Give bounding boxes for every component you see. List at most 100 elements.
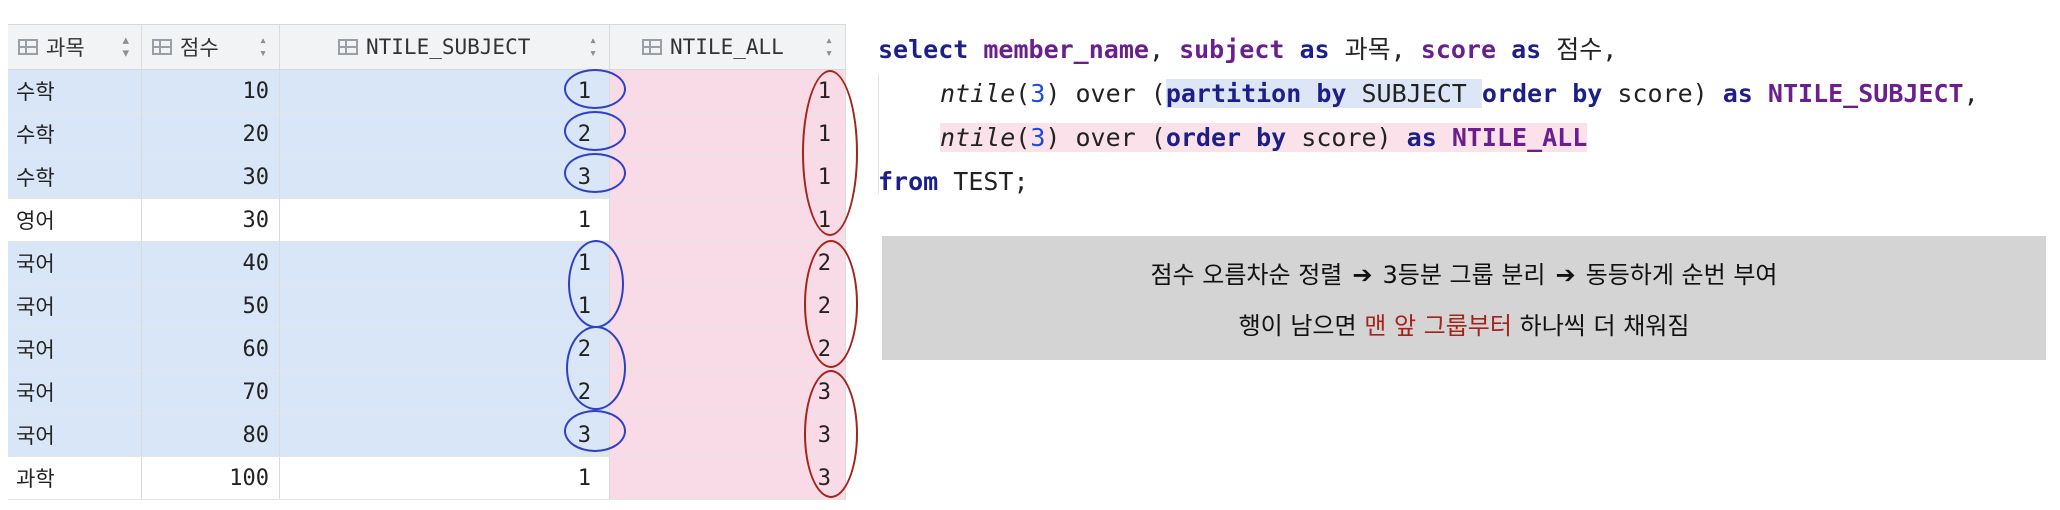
cell-subject[interactable]: 영어 (8, 199, 142, 241)
column-header-label: NTILE_ALL (670, 35, 784, 59)
sql-text: , (1390, 35, 1421, 64)
column-icon (642, 39, 662, 55)
sql-column: score (1420, 35, 1497, 64)
cell-ntile-all[interactable]: 2 (610, 328, 846, 370)
cell-ntile-all[interactable]: 1 (610, 199, 846, 241)
table-row[interactable]: 수학 20 2 1 (8, 113, 846, 156)
note-step: 점수 오름차순 정렬 (1150, 261, 1343, 289)
cell-score[interactable]: 80 (142, 414, 280, 456)
sql-function: ntile (940, 123, 1016, 152)
cell-ntile-subject[interactable]: 1 (280, 242, 610, 284)
cell-ntile-subject[interactable]: 1 (280, 285, 610, 327)
sql-text: ) (1045, 79, 1061, 108)
arrow-right-icon: ➔ (1555, 261, 1576, 289)
column-header-ntile-subject[interactable]: NTILE_SUBJECT ▴ ▾ (280, 25, 610, 69)
sort-icon[interactable]: ▴ ▾ (589, 34, 597, 60)
cell-subject[interactable]: 국어 (8, 285, 142, 327)
sql-keyword: order by (1481, 79, 1603, 108)
note-line-1: 점수 오름차순 정렬 ➔ 3등분 그룹 분리 ➔ 동등하게 순번 부여 (1150, 255, 1777, 290)
cell-score[interactable]: 100 (142, 457, 280, 499)
sql-keyword: select (878, 35, 969, 64)
sql-line-4: from TEST; (878, 160, 2058, 204)
cell-ntile-subject[interactable]: 3 (280, 156, 610, 198)
sql-text: ) (1045, 123, 1061, 152)
sql-text: , (1148, 35, 1180, 64)
sql-text: , (1963, 79, 1979, 108)
table-row[interactable]: 국어 60 2 2 (8, 328, 846, 371)
cell-ntile-all[interactable]: 1 (610, 113, 846, 155)
grid-header: 과목 ▴ ▾ 점수 ▴ ▾ NTILE_SUBJECT ▴ ▾ NTILE_ALL ▴… (8, 24, 846, 70)
column-header-subject[interactable]: 과목 ▴ ▾ (8, 25, 142, 69)
cell-ntile-all[interactable]: 3 (610, 371, 846, 413)
sql-text: SUBJECT (1346, 79, 1482, 108)
sql-editor[interactable]: select member_name, subject as 과목, score… (878, 28, 2058, 204)
cell-score[interactable]: 70 (142, 371, 280, 413)
cell-ntile-all[interactable]: 1 (610, 156, 846, 198)
cell-subject[interactable]: 국어 (8, 328, 142, 370)
cell-subject[interactable]: 수학 (8, 70, 142, 112)
cell-score[interactable]: 60 (142, 328, 280, 370)
sql-alias: 점수 (1556, 35, 1603, 64)
sql-number: 3 (1030, 123, 1046, 152)
cell-ntile-subject[interactable]: 1 (280, 457, 610, 499)
note-step: 3등분 그룹 분리 (1382, 261, 1546, 289)
sort-icon[interactable]: ▴ ▾ (259, 34, 267, 60)
table-row[interactable]: 영어 30 1 1 (8, 199, 846, 242)
sql-text: over ( (1060, 123, 1166, 152)
sql-keyword: partition by (1165, 79, 1347, 108)
table-row[interactable]: 국어 80 3 3 (8, 414, 846, 457)
cell-ntile-subject[interactable]: 2 (280, 371, 610, 413)
table-row[interactable]: 국어 70 2 3 (8, 371, 846, 414)
explanation-note: 점수 오름차순 정렬 ➔ 3등분 그룹 분리 ➔ 동등하게 순번 부여 행이 남으면 맨… (882, 236, 2046, 360)
column-icon (152, 39, 172, 55)
sql-text: score) (1602, 79, 1723, 108)
table-row[interactable]: 수학 10 1 1 (8, 70, 846, 113)
sql-text: ( (1015, 79, 1031, 108)
cell-ntile-subject[interactable]: 1 (280, 70, 610, 112)
cell-ntile-all[interactable]: 3 (610, 457, 846, 499)
table-row[interactable]: 수학 30 3 1 (8, 156, 846, 199)
sql-line-3: ntile(3) over (order by score) as NTILE_… (878, 116, 2058, 160)
cell-ntile-subject[interactable]: 1 (280, 199, 610, 241)
sort-icon[interactable]: ▴ ▾ (825, 34, 833, 60)
cell-ntile-all[interactable]: 3 (610, 414, 846, 456)
cell-subject[interactable]: 국어 (8, 414, 142, 456)
column-header-ntile-all[interactable]: NTILE_ALL ▴ ▾ (610, 25, 846, 69)
cell-score[interactable]: 30 (142, 156, 280, 198)
cell-ntile-subject[interactable]: 2 (280, 113, 610, 155)
column-header-label: 점수 (180, 36, 219, 60)
sql-column: member_name (983, 35, 1149, 64)
cell-subject[interactable]: 국어 (8, 242, 142, 284)
cell-score[interactable]: 30 (142, 199, 280, 241)
sql-alias: NTILE_ALL (1436, 123, 1588, 152)
cell-subject[interactable]: 과학 (8, 457, 142, 499)
column-icon (338, 39, 358, 55)
column-header-score[interactable]: 점수 ▴ ▾ (142, 25, 280, 69)
sql-function: ntile (940, 79, 1016, 108)
sql-text: over ( (1060, 79, 1166, 108)
cell-ntile-all[interactable]: 1 (610, 70, 846, 112)
result-grid: 과목 ▴ ▾ 점수 ▴ ▾ NTILE_SUBJECT ▴ ▾ NTILE_ALL ▴… (8, 24, 858, 500)
sql-column: subject (1179, 35, 1285, 64)
cell-ntile-all[interactable]: 2 (610, 242, 846, 284)
sql-text: , (1602, 35, 1618, 64)
cell-score[interactable]: 20 (142, 113, 280, 155)
arrow-right-icon: ➔ (1352, 261, 1373, 289)
cell-subject[interactable]: 수학 (8, 156, 142, 198)
cell-ntile-subject[interactable]: 2 (280, 328, 610, 370)
sort-icon[interactable]: ▴ ▾ (122, 34, 129, 60)
sql-keyword: order by (1165, 123, 1287, 152)
table-row[interactable]: 국어 40 1 2 (8, 242, 846, 285)
cell-ntile-all[interactable]: 2 (610, 285, 846, 327)
cell-score[interactable]: 10 (142, 70, 280, 112)
table-row[interactable]: 국어 50 1 2 (8, 285, 846, 328)
sql-alias: NTILE_SUBJECT (1752, 79, 1964, 108)
cell-ntile-subject[interactable]: 3 (280, 414, 610, 456)
table-row[interactable]: 과학 100 1 3 (8, 457, 846, 500)
sql-alias: 과목 (1344, 35, 1391, 64)
cell-subject[interactable]: 수학 (8, 113, 142, 155)
cell-score[interactable]: 40 (142, 242, 280, 284)
sql-text: TEST; (938, 167, 1029, 196)
cell-subject[interactable]: 국어 (8, 371, 142, 413)
cell-score[interactable]: 50 (142, 285, 280, 327)
